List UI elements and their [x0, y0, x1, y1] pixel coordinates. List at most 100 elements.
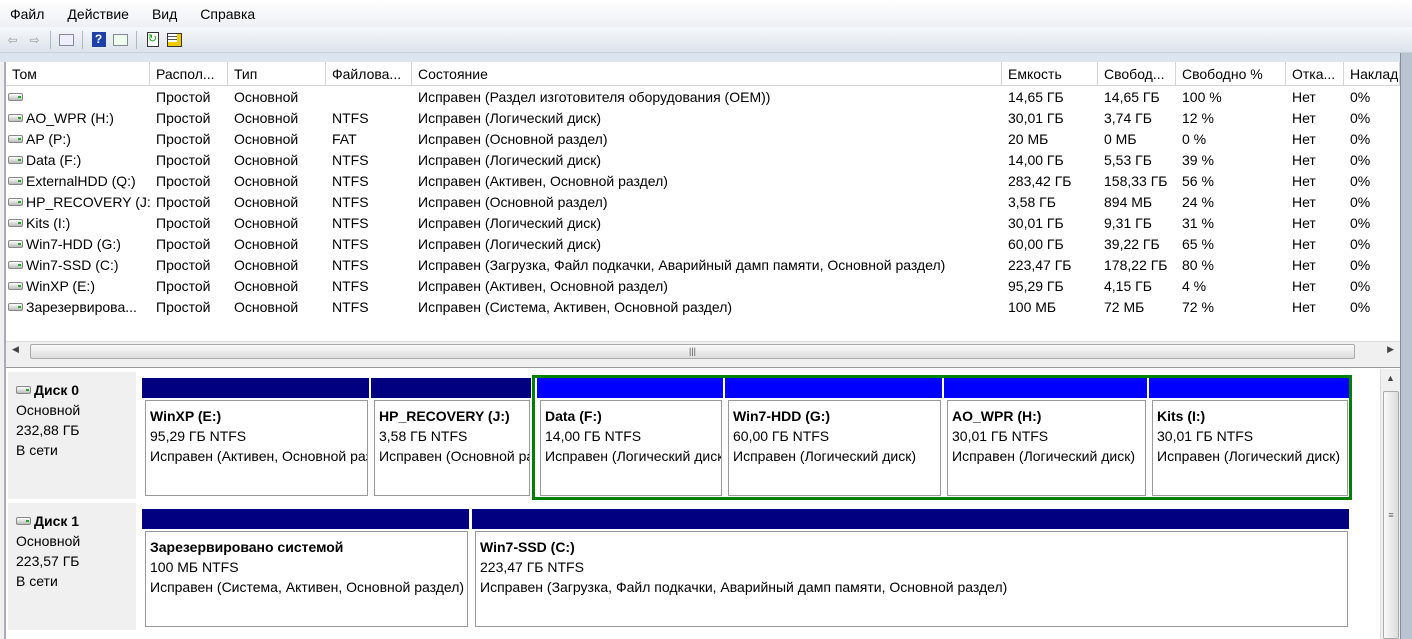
- refresh-icon[interactable]: ↻: [144, 32, 161, 48]
- cell-text: Kits (I:): [26, 215, 71, 231]
- volume-row[interactable]: AP (P:) Простой Основной FAT Исправен (Основ…: [6, 129, 1400, 150]
- cell-volume: Kits (I:): [6, 213, 150, 234]
- cell-status: Исправен (Активен, Основной раздел): [412, 171, 1002, 192]
- cell-percent-free: 4 %: [1176, 276, 1286, 297]
- cell-overhead: 0%: [1344, 234, 1400, 255]
- scrollbar-thumb[interactable]: ≡: [1383, 391, 1399, 639]
- menu-file[interactable]: Файл: [10, 6, 44, 22]
- cell-text: NTFS: [332, 110, 369, 126]
- cell-status: Исправен (Логический диск): [412, 213, 1002, 234]
- cell-text: 100 %: [1182, 89, 1222, 105]
- cell-layout: Простой: [150, 297, 228, 318]
- partition-name: Зарезервировано системой: [150, 539, 344, 555]
- cell-text: 223,47 ГБ: [1008, 257, 1072, 273]
- volume-row[interactable]: Простой Основной Исправен (Раздел изготови…: [6, 87, 1400, 108]
- cell-text: Исправен (Основной раздел): [418, 194, 608, 210]
- partition-block[interactable]: WinXP (E:) 95,29 ГБ NTFS Исправен (Активен…: [142, 378, 369, 496]
- cell-filesystem: NTFS: [326, 297, 412, 318]
- partition-block[interactable]: Win7-SSD (C:) 223,47 ГБ NTFS Исправен (Заг…: [472, 509, 1349, 627]
- volume-row[interactable]: Win7-SSD (C:) Простой Основной NTFS Исправен…: [6, 255, 1400, 276]
- column-header-capacity[interactable]: Емкость: [1002, 62, 1098, 85]
- disk-label[interactable]: Диск 1 Основной 223,57 ГБ В сети: [8, 503, 136, 630]
- cell-text: Нет: [1292, 110, 1316, 126]
- cell-percent-free: 56 %: [1176, 171, 1286, 192]
- extended-partition-border: [532, 375, 1352, 500]
- pane-splitter[interactable]: [6, 360, 1400, 368]
- cell-filesystem: NTFS: [326, 171, 412, 192]
- partition-size: 95,29 ГБ NTFS: [150, 428, 247, 444]
- volume-row[interactable]: Win7-HDD (G:) Простой Основной NTFS Исправен…: [6, 234, 1400, 255]
- cell-free-space: 894 МБ: [1098, 192, 1176, 213]
- volume-row[interactable]: HP_RECOVERY (J:) Простой Основной NTFS Испра…: [6, 192, 1400, 213]
- back-icon[interactable]: ⇦: [4, 32, 21, 48]
- toolbar-separator: [82, 30, 83, 49]
- partition-name: WinXP (E:): [150, 408, 222, 424]
- toolbar-separator: [50, 30, 51, 49]
- cell-free-space: 3,74 ГБ: [1098, 108, 1176, 129]
- column-header-overhead[interactable]: Наклад: [1344, 62, 1400, 85]
- cell-free-space: 178,22 ГБ: [1098, 255, 1176, 276]
- cell-text: 0 %: [1182, 131, 1207, 147]
- scroll-right-icon[interactable]: ▶: [1387, 344, 1394, 355]
- column-header-layout[interactable]: Распол...: [150, 62, 228, 85]
- properties-icon[interactable]: [166, 32, 183, 48]
- cell-overhead: 0%: [1344, 129, 1400, 150]
- help-icon[interactable]: ?: [90, 32, 107, 48]
- show-hide-console-tree-icon[interactable]: [58, 32, 75, 48]
- column-header-free-space[interactable]: Свобод...: [1098, 62, 1176, 85]
- cell-text: Нет: [1292, 278, 1316, 294]
- cell-capacity: 100 МБ: [1002, 297, 1098, 318]
- cell-status: Исправен (Логический диск): [412, 108, 1002, 129]
- show-hide-action-pane-icon[interactable]: [112, 32, 129, 48]
- cell-status: Исправен (Логический диск): [412, 234, 1002, 255]
- volume-row[interactable]: AO_WPR (H:) Простой Основной NTFS Исправен (…: [6, 108, 1400, 129]
- cell-type: Основной: [228, 276, 326, 297]
- column-header-filesystem[interactable]: Файлова...: [326, 62, 412, 85]
- volume-row[interactable]: WinXP (E:) Простой Основной NTFS Исправен (А…: [6, 276, 1400, 297]
- vertical-scrollbar[interactable]: ▲ ≡: [1380, 369, 1400, 639]
- column-header-type[interactable]: Тип: [228, 62, 326, 85]
- menu-view[interactable]: Вид: [152, 6, 177, 22]
- cell-text: Простой: [156, 110, 211, 126]
- disk-label[interactable]: Диск 0 Основной 232,88 ГБ В сети: [8, 372, 136, 499]
- volume-row[interactable]: Kits (I:) Простой Основной NTFS Исправен (Ло…: [6, 213, 1400, 234]
- scroll-up-icon[interactable]: ▲: [1386, 373, 1395, 383]
- cell-filesystem: NTFS: [326, 255, 412, 276]
- volume-icon: [8, 114, 23, 122]
- cell-text: Основной: [234, 236, 299, 252]
- partition-block[interactable]: Зарезервировано системой 100 МБ NTFS Испра…: [142, 509, 469, 627]
- volume-row[interactable]: ExternalHDD (Q:) Простой Основной NTFS Испра…: [6, 171, 1400, 192]
- cell-text: Win7-SSD (C:): [26, 257, 119, 273]
- cell-text: Исправен (Активен, Основной раздел): [418, 278, 668, 294]
- cell-overhead: 0%: [1344, 213, 1400, 234]
- cell-layout: Простой: [150, 213, 228, 234]
- menu-action[interactable]: Действие: [67, 6, 129, 22]
- column-header-status[interactable]: Состояние: [412, 62, 1002, 85]
- partition-bar: [142, 378, 369, 398]
- cell-text: HP_RECOVERY (J:): [26, 194, 150, 210]
- cell-capacity: 30,01 ГБ: [1002, 108, 1098, 129]
- cell-text: Нет: [1292, 131, 1316, 147]
- scroll-left-icon[interactable]: ◀: [12, 344, 19, 355]
- cell-text: Исправен (Загрузка, Файл подкачки, Авари…: [418, 257, 946, 273]
- cell-free-space: 39,22 ГБ: [1098, 234, 1176, 255]
- volume-row[interactable]: Зарезервирова... Простой Основной NTFS Испра…: [6, 297, 1400, 318]
- column-header-fault-tolerance[interactable]: Отка...: [1286, 62, 1344, 85]
- cell-percent-free: 24 %: [1176, 192, 1286, 213]
- scrollbar-thumb[interactable]: |||: [30, 344, 1355, 359]
- column-header-volume[interactable]: Том: [6, 62, 150, 85]
- cell-text: 39,22 ГБ: [1104, 236, 1160, 252]
- cell-text: Простой: [156, 173, 211, 189]
- partition-block[interactable]: HP_RECOVERY (J:) 3,58 ГБ NTFS Исправен (Ос…: [371, 378, 531, 496]
- cell-text: 30,01 ГБ: [1008, 110, 1064, 126]
- disk-row: Диск 1 Основной 223,57 ГБ В сети Зарезервиро…: [8, 503, 1378, 631]
- volume-row[interactable]: Data (F:) Простой Основной NTFS Исправен (Ло…: [6, 150, 1400, 171]
- cell-text: 0%: [1350, 299, 1371, 315]
- menu-help[interactable]: Справка: [200, 6, 255, 22]
- cell-capacity: 60,00 ГБ: [1002, 234, 1098, 255]
- column-header-percent-free[interactable]: Свободно %: [1176, 62, 1286, 85]
- forward-icon[interactable]: ⇨: [26, 32, 43, 48]
- cell-free-space: 72 МБ: [1098, 297, 1176, 318]
- horizontal-scrollbar[interactable]: ◀ ||| ▶: [6, 341, 1400, 360]
- cell-text: NTFS: [332, 215, 369, 231]
